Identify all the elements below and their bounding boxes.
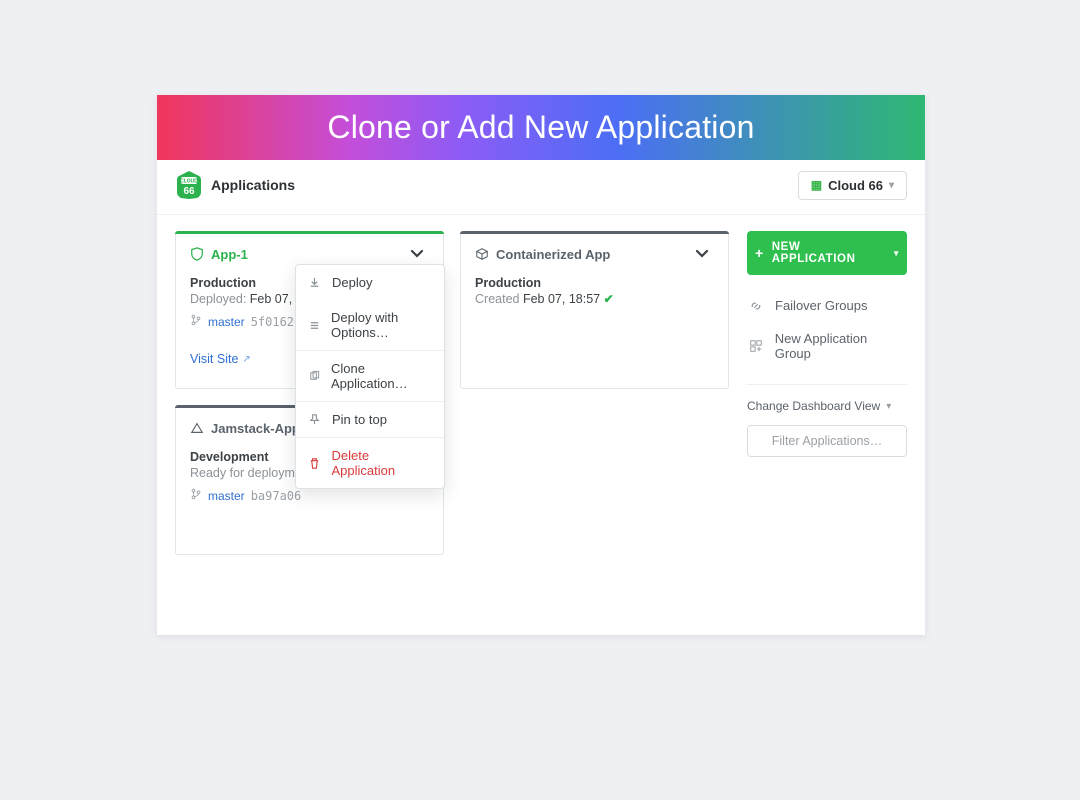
menu-delete[interactable]: Delete Application [296, 438, 444, 488]
app-name[interactable]: App-1 [190, 247, 248, 262]
list-icon [308, 319, 321, 332]
topbar: CLOUD 66 Applications ▦ Cloud 66 ▾ [157, 160, 925, 215]
status-time: Feb 07, 18:57 [523, 292, 600, 306]
card-context-menu: Deploy Deploy with Options… Clone Applic… [295, 264, 445, 489]
copy-icon [308, 370, 321, 383]
card-menu-button[interactable] [405, 244, 429, 264]
link-icon [749, 299, 765, 313]
app-window: Clone or Add New Application CLOUD 66 Ap… [157, 95, 925, 635]
hero-banner: Clone or Add New Application [157, 95, 925, 160]
new-application-button[interactable]: + NEW APPLICATION ▾ [747, 231, 907, 275]
plus-icon: + [755, 245, 764, 261]
logo-icon: CLOUD 66 [175, 170, 203, 200]
branch-name: master [208, 315, 245, 329]
status-prefix: Created [475, 292, 519, 306]
card-menu-button[interactable] [690, 244, 714, 264]
trash-icon [308, 457, 322, 470]
sidebar: + NEW APPLICATION ▾ Failover Groups New … [747, 231, 907, 595]
app-name[interactable]: Jamstack-App [190, 421, 300, 436]
menu-deploy-options[interactable]: Deploy with Options… [296, 300, 444, 350]
svg-text:66: 66 [183, 186, 195, 197]
failover-groups-link[interactable]: Failover Groups [747, 289, 907, 322]
divider [747, 384, 907, 385]
change-dashboard-view[interactable]: Change Dashboard View ▾ [747, 399, 907, 413]
pin-icon [308, 413, 322, 426]
external-link-icon: ↗ [242, 354, 250, 365]
hero-title: Clone or Add New Application [327, 109, 754, 146]
status-prefix: Deployed: [190, 292, 246, 306]
menu-deploy[interactable]: Deploy [296, 265, 444, 300]
app-card-containerized[interactable]: Containerized App Production Created Feb… [460, 231, 729, 389]
group-icon [749, 339, 765, 353]
visit-site-link[interactable]: Visit Site ↗ [190, 352, 251, 366]
org-icon: ▦ [811, 178, 822, 192]
chevron-down-icon: ▾ [889, 180, 894, 191]
page-title: Applications [211, 177, 295, 193]
new-app-group-link[interactable]: New Application Group [747, 322, 907, 370]
download-icon [308, 276, 322, 289]
branch-icon [190, 488, 202, 503]
app-card-app1[interactable]: App-1 Production Deployed: Feb 07, 17:00 [175, 231, 444, 389]
env-label: Production [475, 276, 714, 290]
branch-name: master [208, 489, 245, 503]
app-grid: App-1 Production Deployed: Feb 07, 17:00 [175, 231, 729, 595]
triangle-icon [190, 421, 204, 435]
filter-applications-input[interactable] [747, 425, 907, 457]
commit-sha: ba97a06 [251, 489, 302, 503]
branch-icon [190, 314, 202, 329]
commit-sha: 5f01626 [251, 315, 302, 329]
menu-pin[interactable]: Pin to top [296, 402, 444, 437]
org-label: Cloud 66 [828, 178, 883, 193]
check-icon: ✔ [604, 292, 614, 306]
app-name[interactable]: Containerized App [475, 247, 610, 262]
chevron-down-icon: ▾ [886, 401, 891, 412]
org-switcher[interactable]: ▦ Cloud 66 ▾ [798, 171, 907, 200]
menu-clone[interactable]: Clone Application… [296, 351, 444, 401]
brand: CLOUD 66 Applications [175, 170, 295, 200]
shield-icon [190, 247, 204, 261]
cube-icon [475, 247, 489, 261]
svg-text:CLOUD: CLOUD [180, 179, 198, 185]
chevron-down-icon: ▾ [894, 248, 899, 259]
content-area: App-1 Production Deployed: Feb 07, 17:00 [157, 215, 925, 635]
status-prefix: Ready for deployment [190, 466, 312, 480]
